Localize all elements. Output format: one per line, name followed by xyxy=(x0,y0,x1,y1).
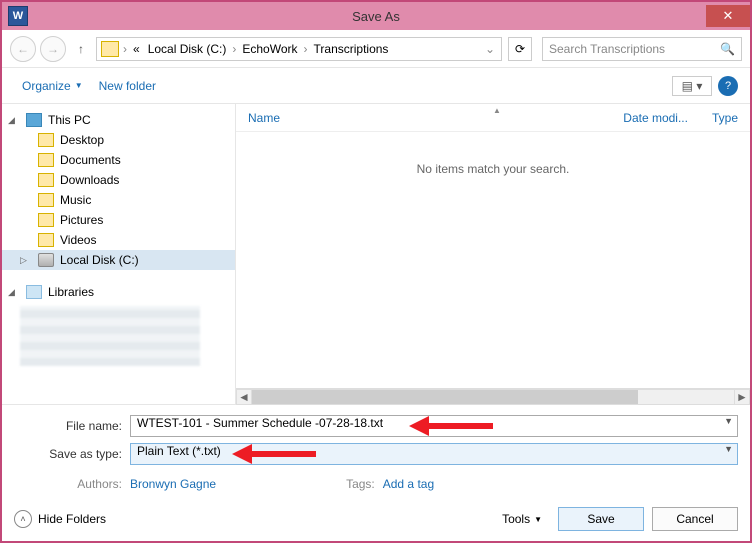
tree-music[interactable]: Music xyxy=(2,190,235,210)
titlebar: W Save As ✕ xyxy=(2,2,750,30)
chevron-down-icon[interactable]: ⌄ xyxy=(481,42,499,56)
file-list-body: No items match your search. ◄ ► xyxy=(236,132,750,404)
chevron-down-icon[interactable]: ▼ xyxy=(724,444,733,454)
collapse-icon[interactable]: ◢ xyxy=(8,287,20,298)
folder-icon xyxy=(38,213,54,227)
column-type[interactable]: Type xyxy=(700,111,750,125)
help-button[interactable]: ? xyxy=(718,76,738,96)
view-options-button[interactable]: ▤ ▾ xyxy=(672,76,712,96)
folder-icon xyxy=(38,233,54,247)
tree-local-disk[interactable]: ▷Local Disk (C:) xyxy=(2,250,235,270)
scroll-right-icon[interactable]: ► xyxy=(734,389,750,405)
column-headers: Name ▲ Date modi... Type xyxy=(236,104,750,132)
chevron-up-icon: ˄ xyxy=(14,510,32,528)
cancel-button[interactable]: Cancel xyxy=(652,507,738,531)
search-icon: 🔍 xyxy=(720,42,735,56)
tree-downloads[interactable]: Downloads xyxy=(2,170,235,190)
chevron-right-icon: › xyxy=(230,42,238,56)
folder-icon xyxy=(38,133,54,147)
expand-icon[interactable]: ▷ xyxy=(20,255,32,266)
chevron-right-icon: › xyxy=(302,42,310,56)
folder-icon xyxy=(38,153,54,167)
tags-label: Tags: xyxy=(346,477,383,491)
address-bar[interactable]: › « Local Disk (C:) › EchoWork › Transcr… xyxy=(96,37,502,61)
column-name[interactable]: Name ▲ xyxy=(236,111,611,125)
chevron-down-icon: ▼ xyxy=(75,81,83,90)
folder-tree: ◢ This PC Desktop Documents Downloads Mu… xyxy=(2,104,236,404)
folder-icon xyxy=(38,173,54,187)
tree-videos[interactable]: Videos xyxy=(2,230,235,250)
disk-icon xyxy=(38,253,54,267)
column-date-modified[interactable]: Date modi... xyxy=(611,111,700,125)
scroll-track[interactable] xyxy=(252,389,734,405)
scroll-left-icon[interactable]: ◄ xyxy=(236,389,252,405)
save-button[interactable]: Save xyxy=(558,507,644,531)
folder-icon xyxy=(101,41,119,57)
libraries-icon xyxy=(26,285,42,299)
toolbar: Organize ▼ New folder ▤ ▾ ? xyxy=(2,68,750,104)
saveastype-label: Save as type: xyxy=(14,447,130,461)
tree-desktop[interactable]: Desktop xyxy=(2,130,235,150)
dialog-footer: ˄ Hide Folders Tools ▼ Save Cancel xyxy=(2,497,750,541)
folder-icon xyxy=(38,193,54,207)
chevron-down-icon: ▼ xyxy=(534,515,542,524)
save-fields: File name: WTEST-101 - Summer Schedule -… xyxy=(2,404,750,497)
forward-button[interactable]: → xyxy=(40,36,66,62)
back-button[interactable]: ← xyxy=(10,36,36,62)
organize-menu[interactable]: Organize ▼ xyxy=(14,77,91,95)
file-list-pane: Name ▲ Date modi... Type No items match … xyxy=(236,104,750,404)
authors-label: Authors: xyxy=(14,477,130,491)
tags-value[interactable]: Add a tag xyxy=(383,477,434,491)
main-area: ◢ This PC Desktop Documents Downloads Mu… xyxy=(2,104,750,404)
sort-ascending-icon: ▲ xyxy=(493,106,501,115)
hide-folders-button[interactable]: ˄ Hide Folders xyxy=(14,510,106,528)
breadcrumb-prefix[interactable]: « xyxy=(129,42,144,56)
navigation-bar: ← → ↑ › « Local Disk (C:) › EchoWork › T… xyxy=(2,30,750,68)
redacted-content xyxy=(20,306,200,366)
tree-pictures[interactable]: Pictures xyxy=(2,210,235,230)
pc-icon xyxy=(26,113,42,127)
saveastype-combo[interactable]: Plain Text (*.txt) ▼ xyxy=(130,443,738,465)
chevron-down-icon[interactable]: ▼ xyxy=(724,416,733,426)
authors-value[interactable]: Bronwyn Gagne xyxy=(130,477,216,491)
filename-label: File name: xyxy=(14,419,130,433)
tree-libraries[interactable]: ◢ Libraries xyxy=(2,282,235,302)
empty-message: No items match your search. xyxy=(236,132,750,206)
horizontal-scrollbar[interactable]: ◄ ► xyxy=(236,388,750,404)
window-title: Save As xyxy=(2,9,750,24)
scroll-thumb[interactable] xyxy=(252,390,638,404)
filename-input[interactable]: WTEST-101 - Summer Schedule -07-28-18.tx… xyxy=(130,415,738,437)
collapse-icon[interactable]: ◢ xyxy=(8,115,20,126)
new-folder-button[interactable]: New folder xyxy=(91,77,164,95)
refresh-button[interactable]: ⟳ xyxy=(508,37,532,61)
tools-menu[interactable]: Tools ▼ xyxy=(494,512,550,526)
close-button[interactable]: ✕ xyxy=(706,5,750,27)
tree-this-pc[interactable]: ◢ This PC xyxy=(2,110,235,130)
search-input[interactable]: Search Transcriptions 🔍 xyxy=(542,37,742,61)
breadcrumb-segment[interactable]: Transcriptions xyxy=(310,42,393,56)
word-app-icon: W xyxy=(8,6,28,26)
breadcrumb-segment[interactable]: EchoWork xyxy=(238,42,301,56)
save-as-dialog: W Save As ✕ ← → ↑ › « Local Disk (C:) › … xyxy=(0,0,752,543)
breadcrumb-segment[interactable]: Local Disk (C:) xyxy=(144,42,231,56)
tree-documents[interactable]: Documents xyxy=(2,150,235,170)
search-placeholder: Search Transcriptions xyxy=(549,42,665,56)
chevron-right-icon: › xyxy=(121,42,129,56)
up-button[interactable]: ↑ xyxy=(70,38,92,60)
